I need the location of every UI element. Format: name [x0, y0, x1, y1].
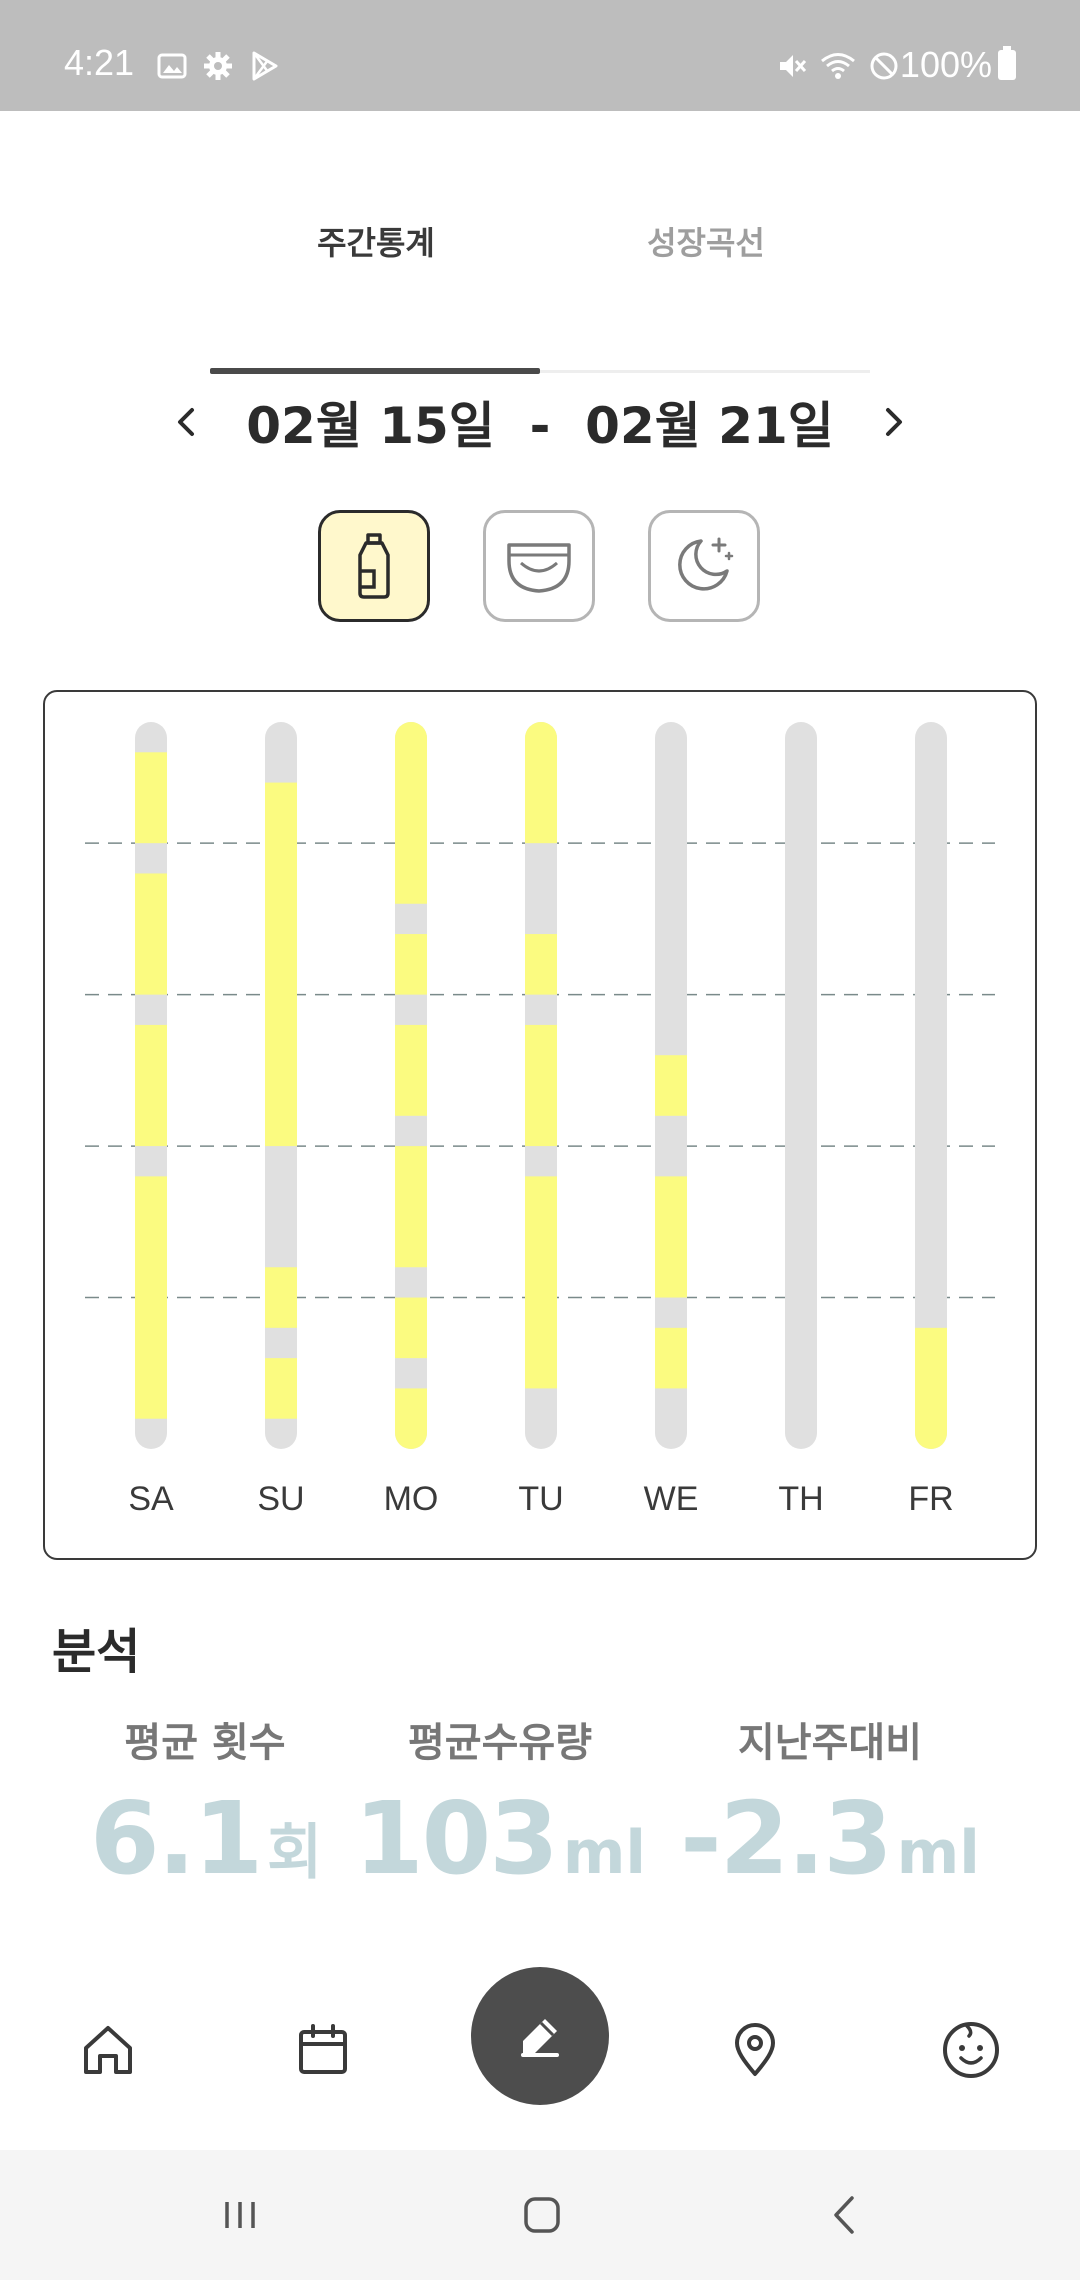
stat-value: 6.1: [90, 1780, 263, 1897]
feeding-segment: [135, 1176, 167, 1419]
feeding-segment: [525, 934, 557, 995]
feeding-segment: [525, 1024, 557, 1147]
status-left-icons: [156, 50, 280, 82]
stat-label: 평균 횟수: [124, 1720, 286, 1766]
gallery-icon: [157, 53, 187, 79]
stat-label: 지난주대비: [738, 1720, 922, 1766]
feeding-segment: [395, 1024, 427, 1116]
feeding-segment: [395, 1146, 427, 1268]
x-tick-label: FR: [908, 1480, 953, 1518]
system-back-button[interactable]: [815, 2185, 875, 2245]
chevron-left-icon: [178, 408, 194, 436]
sleep-category-button[interactable]: [648, 510, 760, 622]
baby-icon: [943, 2022, 999, 2078]
status-time: 4:21: [64, 42, 135, 83]
feeding-timeline-chart: SA SU MO TU WE TH FR: [43, 690, 1037, 1560]
stat-average-count: 평균 횟수 6.1 회: [90, 1710, 323, 1897]
recent-apps-icon: [225, 2202, 255, 2228]
feeding-segment: [395, 722, 427, 904]
analysis-title: 분석: [52, 1624, 141, 1680]
diaper-category-button[interactable]: [483, 510, 595, 622]
tab-indicator: [210, 368, 540, 374]
stat-vs-last-week: 지난주대비 -2.3 ml: [680, 1710, 980, 1897]
feeding-segment: [915, 1327, 947, 1449]
feeding-segment: [135, 1024, 167, 1147]
day-bar-fr: [915, 722, 947, 1449]
bottom-nav: [0, 1950, 1080, 2150]
edit-icon: [521, 2019, 559, 2057]
feeding-segment: [655, 1176, 687, 1298]
stat-unit: ml: [896, 1818, 980, 1888]
nav-home-button[interactable]: [68, 2010, 148, 2090]
x-tick-label: SU: [257, 1480, 304, 1518]
wifi-icon: [821, 53, 855, 79]
stat-average-amount: 평균수유량 103 ml: [350, 1710, 650, 1897]
feeding-segment: [655, 1055, 687, 1116]
tab-weekly-stats[interactable]: 주간통계: [226, 218, 526, 264]
battery-icon: [998, 46, 1016, 81]
stat-label: 평균수유량: [408, 1720, 592, 1766]
battery-percent: 100%: [899, 44, 992, 86]
feeding-segment: [395, 1388, 427, 1449]
bar-track: [785, 722, 817, 1449]
feeding-segment: [135, 752, 167, 844]
feeding-segment: [265, 1267, 297, 1328]
feeding-segment: [395, 1297, 427, 1359]
battery-status: 100%: [900, 42, 1016, 86]
nav-location-button[interactable]: [715, 2010, 795, 2090]
back-icon: [834, 2196, 854, 2234]
stat-value: 103: [354, 1780, 559, 1897]
home-button-icon: [524, 2197, 560, 2233]
prev-week-button[interactable]: [166, 402, 206, 442]
day-bar-su: [265, 722, 297, 1449]
day-bar-mo: [395, 722, 427, 1449]
feeding-segment: [265, 1358, 297, 1419]
moon-icon: [678, 537, 734, 591]
mute-icon: [780, 55, 807, 77]
system-home-button[interactable]: [512, 2185, 572, 2245]
nav-baby-button[interactable]: [931, 2010, 1011, 2090]
recent-apps-button[interactable]: [210, 2185, 270, 2245]
feeding-segment: [525, 1176, 557, 1389]
feeding-segment: [265, 782, 297, 1147]
system-nav-bar: [0, 2150, 1080, 2280]
settings-icon: [204, 52, 232, 80]
feeding-segment: [525, 722, 557, 844]
status-bar: 4:21 100%: [0, 0, 1080, 111]
nav-calendar-button[interactable]: [283, 2010, 363, 2090]
stat-unit: ml: [562, 1818, 646, 1888]
stat-value: -2.3: [680, 1780, 893, 1897]
diaper-icon: [507, 543, 571, 593]
calendar-icon: [299, 2024, 347, 2074]
x-tick-label: TU: [518, 1480, 563, 1518]
tab-growth-curve[interactable]: 성장곡선: [556, 218, 856, 264]
chevron-right-icon: [886, 408, 902, 436]
x-tick-label: SA: [128, 1480, 174, 1518]
day-bar-th: [785, 722, 817, 1449]
feeding-segment: [655, 1327, 687, 1389]
feeding-segment: [135, 873, 167, 995]
week-range: 02월 15일 - 02월 21일: [246, 397, 834, 455]
x-tick-label: MO: [384, 1480, 439, 1518]
x-tick-label: WE: [644, 1480, 699, 1518]
next-week-button[interactable]: [874, 402, 914, 442]
week-navigator: 02월 15일 - 02월 21일: [0, 380, 1080, 460]
location-icon: [735, 2023, 775, 2076]
tab-bar: 주간통계 성장곡선: [0, 200, 1080, 280]
play-store-icon: [252, 51, 278, 81]
nav-edit-button[interactable]: [471, 1967, 609, 2105]
stat-unit: 회: [267, 1818, 323, 1888]
home-icon: [84, 2026, 132, 2074]
x-tick-label: TH: [778, 1480, 823, 1518]
do-not-disturb-icon: [870, 52, 898, 80]
feeding-category-button[interactable]: [318, 510, 430, 622]
day-bar-we: [655, 722, 687, 1449]
day-bar-sa: [135, 722, 167, 1449]
day-bar-tu: [525, 722, 557, 1449]
feeding-segment: [395, 934, 427, 995]
bottle-icon: [358, 533, 390, 599]
chart-canvas: SA SU MO TU WE TH FR: [85, 722, 995, 1518]
status-right-icons: [776, 50, 900, 82]
